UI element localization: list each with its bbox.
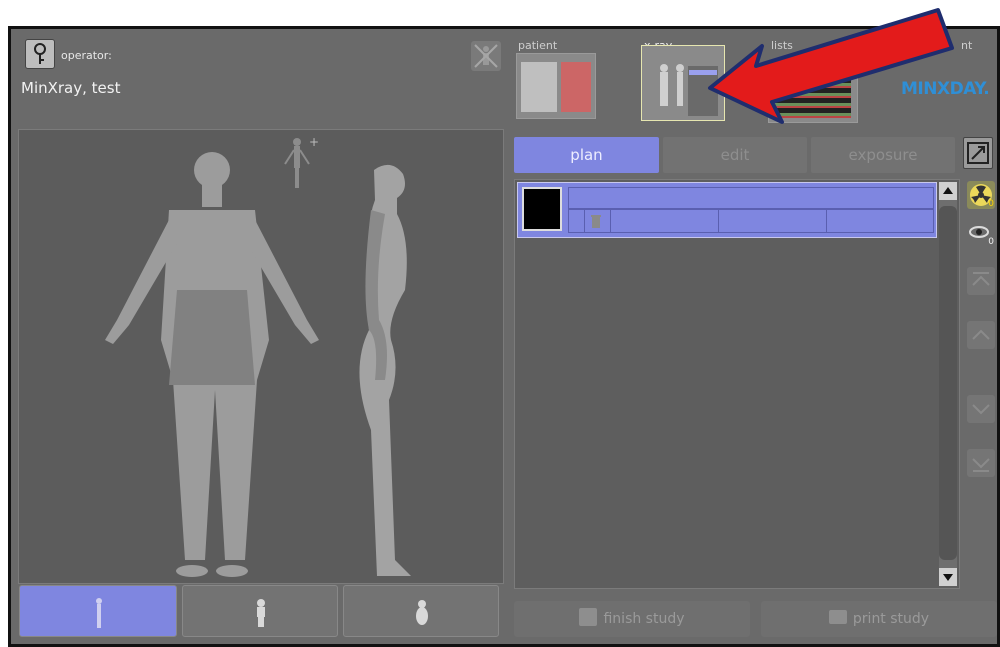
fullscreen-button[interactable] — [963, 137, 993, 169]
move-down-button[interactable] — [967, 395, 995, 423]
finish-study-button[interactable]: finish study — [514, 601, 750, 637]
chevron-up-icon — [972, 329, 990, 340]
printer-icon — [828, 610, 847, 624]
print-study-button[interactable]: print study — [761, 601, 997, 637]
finish-study-label: finish study — [603, 611, 685, 627]
view-count: 0 — [988, 237, 994, 247]
view-adult-button[interactable] — [19, 585, 177, 637]
chevron-down-icon — [972, 404, 990, 415]
view-child-button[interactable] — [182, 585, 338, 637]
infant-figure-icon — [416, 600, 428, 625]
tab-edit[interactable]: edit — [663, 137, 807, 173]
scroll-up-button[interactable] — [939, 182, 957, 200]
svg-text:+: + — [309, 135, 319, 149]
move-up-button[interactable] — [967, 321, 995, 349]
anatomy-figure[interactable]: + — [19, 130, 503, 583]
child-figure-icon — [257, 599, 265, 627]
operator-key-button[interactable] — [25, 39, 55, 69]
print-study-label: print study — [852, 611, 930, 627]
move-top-button[interactable] — [967, 267, 995, 295]
tab-exposure[interactable]: exposure — [811, 137, 955, 173]
tab-plan[interactable]: plan — [514, 137, 659, 173]
red-arrow-annotation — [708, 8, 954, 124]
expand-icon — [967, 142, 989, 164]
double-up-icon — [972, 272, 990, 286]
double-down-icon — [972, 458, 990, 472]
radiation-count: 0 — [988, 199, 994, 209]
thumb-patient-label: patient — [518, 39, 558, 52]
operator-label: operator: — [61, 49, 112, 62]
logout-button[interactable] — [471, 41, 501, 71]
person-crossed-icon — [474, 44, 498, 68]
view-counter[interactable]: 0 — [967, 219, 995, 247]
move-bottom-button[interactable] — [967, 449, 995, 477]
key-icon — [34, 43, 46, 64]
checkmark-icon — [579, 608, 598, 626]
exposure-list — [514, 179, 960, 589]
body-selection-panel: + — [18, 129, 504, 584]
view-animal-button[interactable] — [343, 585, 499, 637]
radiation-counter[interactable]: 0 — [967, 181, 995, 209]
operator-name: MinXray, test — [21, 79, 121, 97]
adult-figure-icon — [96, 598, 102, 628]
thumbnail-preview — [522, 187, 562, 231]
thumb-patient[interactable] — [516, 53, 596, 119]
scrollbar[interactable] — [939, 182, 957, 586]
list-item[interactable] — [517, 182, 937, 238]
scroll-down-button[interactable] — [939, 568, 957, 586]
trash-icon[interactable] — [590, 213, 602, 229]
